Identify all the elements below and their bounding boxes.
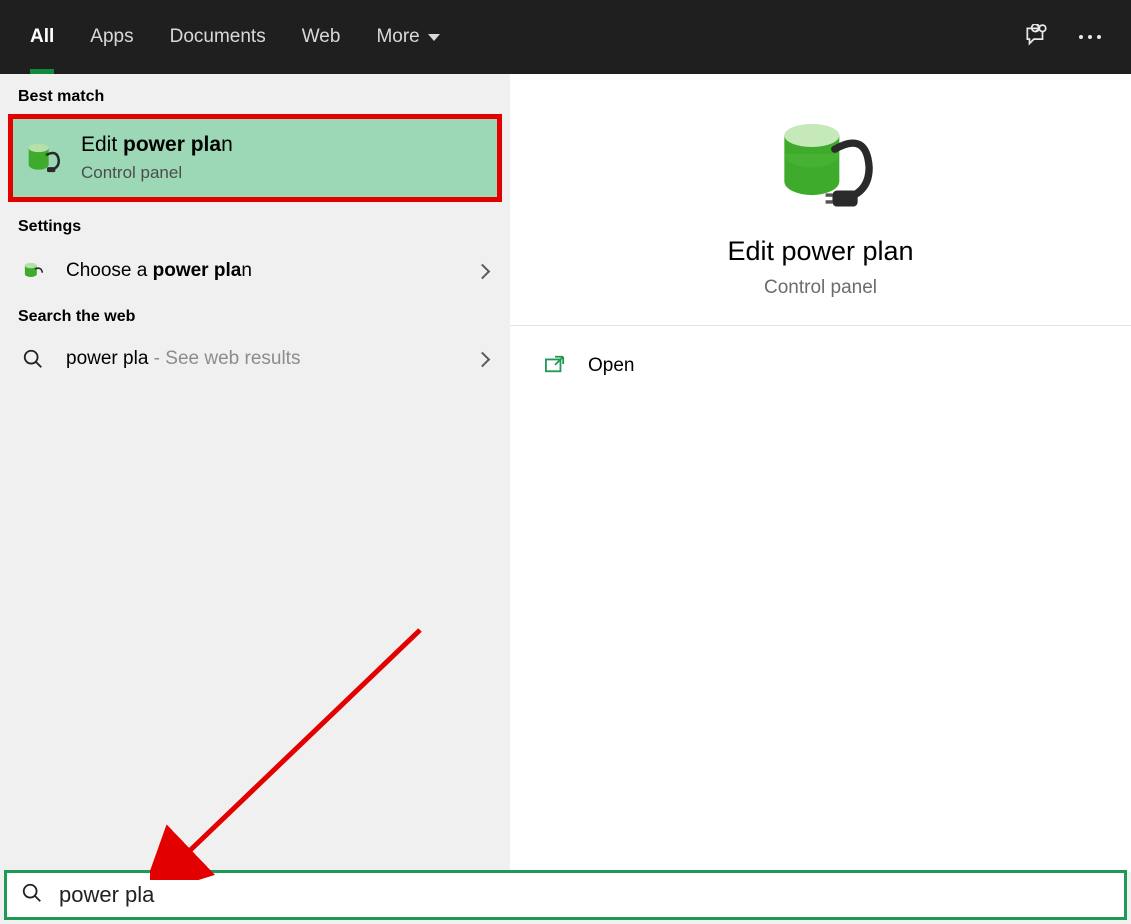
web-result-row[interactable]: power pla - See web results bbox=[0, 334, 510, 384]
web-row-suffix: - See web results bbox=[148, 348, 300, 369]
filter-tabs: All Apps Documents Web More bbox=[12, 0, 458, 74]
tab-apps[interactable]: Apps bbox=[72, 0, 151, 74]
settings-row-label: Choose a power plan bbox=[66, 260, 461, 282]
detail-pane: Edit power plan Control panel Open bbox=[510, 74, 1131, 872]
tab-all[interactable]: All bbox=[12, 0, 72, 74]
power-plan-icon bbox=[19, 138, 65, 178]
web-row-label: power pla - See web results bbox=[66, 348, 461, 370]
tab-documents[interactable]: Documents bbox=[152, 0, 284, 74]
search-input[interactable]: power pla bbox=[4, 870, 1127, 920]
best-match-title-pre: Edit bbox=[81, 133, 123, 156]
tab-web[interactable]: Web bbox=[284, 0, 359, 74]
open-label: Open bbox=[588, 355, 634, 377]
detail-title: Edit power plan bbox=[727, 236, 913, 267]
search-value: power pla bbox=[59, 882, 154, 908]
chevron-right-icon bbox=[475, 263, 491, 279]
settings-row-bold: power pla bbox=[153, 260, 242, 281]
open-icon bbox=[544, 354, 566, 378]
power-plan-icon-large bbox=[766, 108, 876, 218]
tab-more[interactable]: More bbox=[358, 0, 457, 74]
more-icon[interactable] bbox=[1077, 33, 1103, 41]
best-match-title-bold: power pla bbox=[123, 133, 221, 156]
best-match-subtitle: Control panel bbox=[81, 163, 233, 183]
detail-actions: Open bbox=[510, 326, 1131, 406]
search-filter-bar: All Apps Documents Web More bbox=[0, 0, 1131, 74]
best-match-text: Edit power plan Control panel bbox=[81, 133, 233, 183]
search-icon bbox=[16, 348, 50, 370]
settings-row-post: n bbox=[241, 260, 252, 281]
feedback-icon[interactable] bbox=[1023, 24, 1049, 50]
topbar-right bbox=[1023, 24, 1123, 50]
best-match-title-post: n bbox=[221, 133, 233, 156]
results-pane: Best match Edit power plan Control panel… bbox=[0, 74, 510, 872]
section-web: Search the web bbox=[0, 298, 510, 334]
best-match-item[interactable]: Edit power plan Control panel bbox=[8, 114, 502, 202]
search-icon bbox=[21, 882, 43, 908]
chevron-down-icon bbox=[428, 34, 440, 41]
chevron-right-icon bbox=[475, 351, 491, 367]
web-row-query: power pla bbox=[66, 348, 148, 369]
section-best-match: Best match bbox=[0, 78, 510, 114]
power-options-icon bbox=[16, 258, 50, 284]
open-action[interactable]: Open bbox=[544, 348, 1097, 384]
detail-subtitle: Control panel bbox=[764, 277, 877, 299]
settings-row-pre: Choose a bbox=[66, 260, 153, 281]
section-settings: Settings bbox=[0, 208, 510, 244]
tab-more-label: More bbox=[376, 26, 419, 48]
settings-choose-power-plan[interactable]: Choose a power plan bbox=[0, 244, 510, 298]
detail-hero: Edit power plan Control panel bbox=[510, 74, 1131, 326]
